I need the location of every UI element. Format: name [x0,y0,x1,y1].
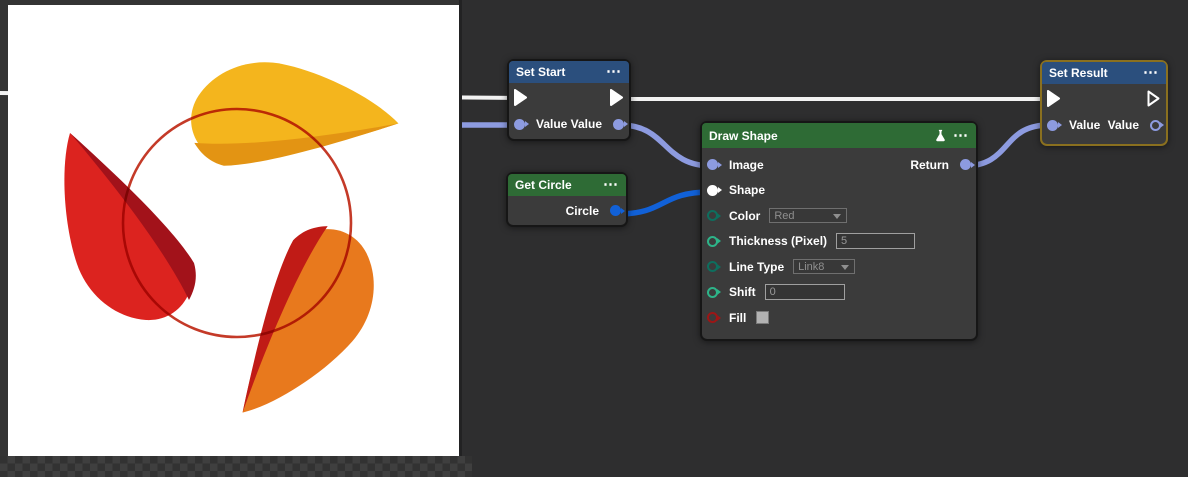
experiment-flask-icon [934,129,947,142]
node-title: Set Result [1049,66,1108,80]
thickness-label: Thickness (Pixel) [729,234,827,248]
value-in-label: Value [536,117,567,131]
node-editor-stage: Set Start ⋯ Value Value Get Circle ⋯ [0,0,1188,477]
color-dropdown-value: Red [774,210,794,222]
exec-out-port-unconnected[interactable] [1147,90,1161,107]
node-title: Set Start [516,65,565,79]
line-type-dropdown[interactable]: Link8 [793,259,855,274]
node-header[interactable]: Get Circle ⋯ [508,174,626,196]
node-menu-icon[interactable]: ⋯ [953,131,969,141]
chevron-down-icon [833,214,841,219]
shift-input[interactable] [765,284,845,300]
node-get-circle[interactable]: Get Circle ⋯ Circle [506,172,628,227]
circle-out-port[interactable] [610,205,621,216]
return-out-port[interactable] [960,159,971,170]
shift-label: Shift [729,285,756,299]
color-in-port[interactable] [707,210,718,221]
line-type-label: Line Type [729,260,784,274]
petal-orange [180,210,408,417]
shift-in-port[interactable] [707,287,718,298]
node-menu-icon[interactable]: ⋯ [603,180,619,190]
shape-in-port[interactable] [707,185,718,196]
color-label: Color [729,209,760,223]
fill-in-port[interactable] [707,312,718,323]
value-in-label: Value [1069,118,1100,132]
chevron-down-icon [841,265,849,270]
thickness-input[interactable] [836,233,915,249]
node-header[interactable]: Set Start ⋯ [509,61,629,83]
wire-value-start-to-image [620,125,712,166]
petal-red [64,133,195,320]
node-draw-shape[interactable]: Draw Shape ⋯ Image Return Shape Color [700,121,978,341]
exec-out-port[interactable] [610,89,624,106]
shape-in-label: Shape [729,183,765,197]
node-header[interactable]: Set Result ⋯ [1042,62,1166,84]
panel-splitter[interactable] [459,0,462,456]
line-type-in-port[interactable] [707,261,718,272]
thickness-in-port[interactable] [707,236,718,247]
node-header[interactable]: Draw Shape ⋯ [702,123,976,148]
value-out-port-unconnected[interactable] [1150,120,1161,131]
value-out-label: Value [1108,118,1139,132]
exec-in-port[interactable] [1047,90,1061,107]
value-out-port[interactable] [613,119,624,130]
value-out-label: Value [571,117,602,131]
node-title: Get Circle [515,178,572,192]
value-in-port[interactable] [1047,120,1058,131]
node-title: Draw Shape [709,129,778,143]
image-in-port[interactable] [707,159,718,170]
wire-contour-circle-to-shape [618,192,710,214]
petal-yellow [174,25,402,232]
exec-in-port[interactable] [514,89,528,106]
node-set-result[interactable]: Set Result ⋯ Value Value [1040,60,1168,146]
transparency-checker [0,456,472,477]
color-dropdown[interactable]: Red [769,208,847,223]
fill-label: Fill [729,311,746,325]
node-set-start[interactable]: Set Start ⋯ Value Value [507,59,631,141]
fill-checkbox[interactable] [756,311,769,324]
image-in-label: Image [729,158,764,172]
line-type-dropdown-value: Link8 [798,261,824,273]
image-preview [8,5,459,456]
value-in-port[interactable] [514,119,525,130]
return-out-label: Return [910,158,949,172]
node-menu-icon[interactable]: ⋯ [606,67,622,77]
circle-out-label: Circle [566,204,599,218]
node-menu-icon[interactable]: ⋯ [1143,68,1159,78]
